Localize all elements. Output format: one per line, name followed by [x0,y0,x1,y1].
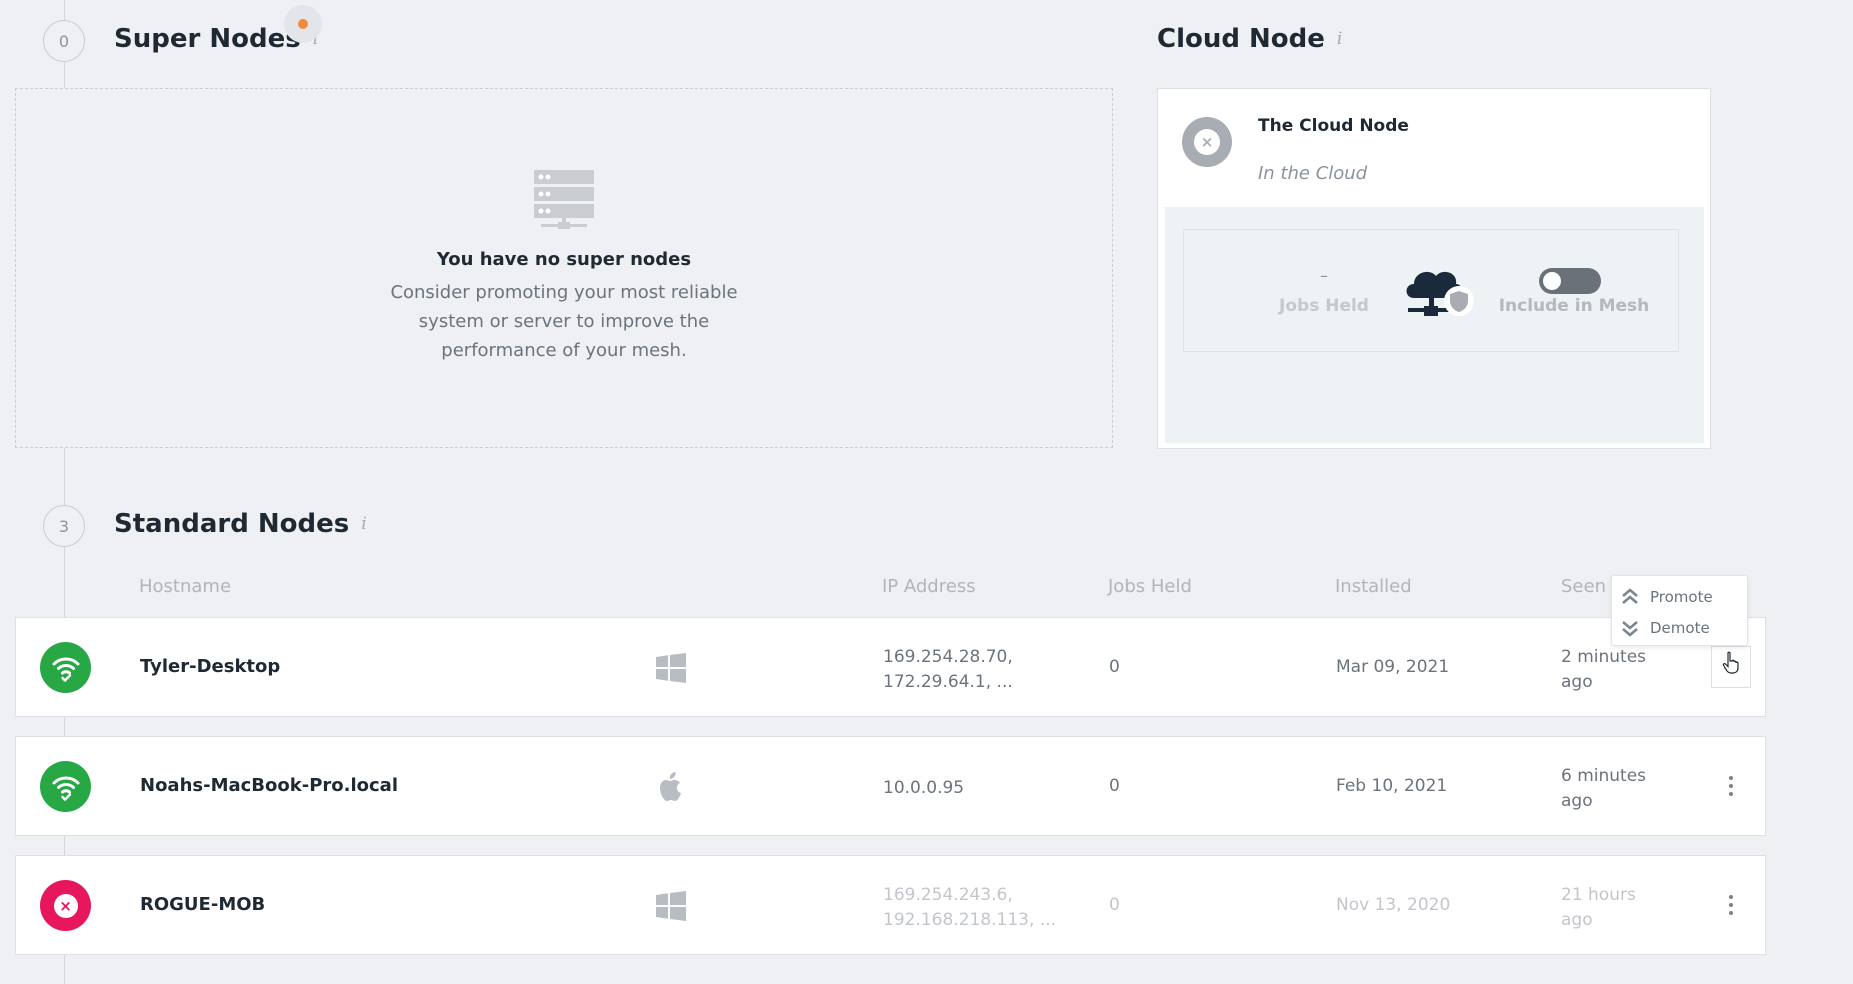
demote-icon [1622,621,1638,637]
ip-address-line: 169.254.28.70, [883,647,1013,667]
empty-state-title: You have no super nodes [436,249,692,270]
notification-indicator[interactable] [284,5,322,43]
ip-address-line: 10.0.0.95 [883,778,965,798]
last-seen: 2 minutes ago [1561,645,1681,695]
table-row[interactable]: Noahs-MacBook-Pro.local 10.0.0.95 0 Feb … [15,736,1766,836]
wifi-check-icon [52,657,79,682]
jobs-held: 0 [1109,895,1120,915]
installed-date: Nov 13, 2020 [1336,895,1451,915]
cloud-node-subtitle: In the Cloud [1258,163,1368,184]
hostname[interactable]: Tyler-Desktop [140,656,280,677]
apple-icon [660,772,681,801]
online-status-icon [40,761,91,812]
column-header-ip-address[interactable]: IP Address [882,576,976,597]
jobs-held: 0 [1109,657,1120,677]
installed-date: Feb 10, 2021 [1336,776,1448,796]
promote-icon [1622,588,1638,604]
include-in-mesh-toggle[interactable] [1539,268,1601,294]
offline-status-icon: × [40,880,91,931]
cloud-network-icon [1406,271,1474,316]
cloud-node-name: The Cloud Node [1258,116,1409,136]
cloud-jobs-held-label: Jobs Held [1279,296,1369,316]
last-seen-line: 2 minutes [1561,647,1647,667]
table-row[interactable]: × ROGUE-MOB 169.254.243.6, 192.168.218.1… [15,855,1766,955]
more-actions-button[interactable] [1711,765,1751,807]
column-header-hostname[interactable]: Hostname [139,576,231,597]
last-seen: 21 hours ago [1561,883,1681,933]
table-row[interactable]: Tyler-Desktop 169.254.28.70, 172.29.64.1… [15,617,1766,717]
kebab-dot [1729,792,1733,796]
last-seen: 6 minutes ago [1561,764,1681,814]
windows-icon [656,891,686,921]
info-icon[interactable]: i [1337,29,1342,49]
promote-label: Promote [1650,588,1713,606]
standard-nodes-title: Standard Nodes i [114,509,367,539]
windows-icon [656,653,686,683]
super-nodes-count-label: 0 [58,31,70,51]
cloud-node-title-text: Cloud Node [1157,24,1325,54]
cloud-jobs-held-value: – [1320,266,1328,285]
cloud-node-details: – Jobs Held Include in Mesh [1165,207,1704,443]
ip-address-line: 172.29.64.1, ... [883,672,1013,692]
wifi-check-icon [52,776,79,801]
standard-nodes-count-label: 3 [58,516,70,536]
jobs-held: 0 [1109,776,1120,796]
kebab-dot [1729,784,1733,788]
close-icon: × [53,893,78,918]
kebab-dot [1729,903,1733,907]
notification-dot-icon [298,19,308,29]
last-seen-line: 21 hours [1561,885,1636,905]
kebab-dot [1729,776,1733,780]
info-icon[interactable]: i [361,514,366,534]
more-actions-button[interactable] [1711,884,1751,926]
super-nodes-title-text: Super Nodes [114,24,301,54]
last-seen-line: 6 minutes [1561,766,1647,786]
hostname[interactable]: Noahs-MacBook-Pro.local [140,775,398,796]
ip-address: 169.254.28.70, 172.29.64.1, ... [883,645,1013,695]
promote-menu-item[interactable]: Promote [1622,584,1740,610]
online-status-icon [40,642,91,693]
mouse-pointer-icon [1722,651,1739,674]
column-header-jobs-held[interactable]: Jobs Held [1108,576,1192,597]
column-header-installed[interactable]: Installed [1335,576,1412,597]
last-seen-line: ago [1561,791,1593,811]
hostname[interactable]: ROGUE-MOB [140,894,265,915]
cloud-status-icon: × [1182,117,1232,167]
close-icon: × [1194,129,1220,155]
toggle-knob [1543,272,1561,290]
last-seen-line: ago [1561,910,1593,930]
ip-address: 169.254.243.6, 192.168.218.113, ... [883,883,1056,933]
installed-date: Mar 09, 2021 [1336,657,1450,677]
super-nodes-empty-state: You have no super nodes Consider promoti… [15,88,1113,448]
demote-label: Demote [1650,619,1710,637]
column-header-seen[interactable]: Seen [1561,576,1606,597]
cloud-node-card: × The Cloud Node In the Cloud – Jobs Hel… [1157,88,1711,449]
server-icon [534,170,594,229]
cloud-node-title: Cloud Node i [1157,24,1342,54]
last-seen-line: ago [1561,672,1593,692]
demote-menu-item[interactable]: Demote [1622,615,1740,641]
ip-address-line: 169.254.243.6, [883,885,1013,905]
kebab-dot [1729,911,1733,915]
super-nodes-count: 0 [43,20,85,62]
ip-address: 10.0.0.95 [883,776,964,801]
standard-nodes-title-text: Standard Nodes [114,509,350,539]
standard-nodes-count: 3 [43,505,85,547]
node-actions-menu: Promote Demote [1611,575,1748,646]
empty-state-description: Consider promoting your most reliable sy… [390,282,738,361]
ip-address-line: 192.168.218.113, ... [883,910,1057,930]
cloud-node-stats: – Jobs Held Include in Mesh [1183,229,1679,352]
include-in-mesh-label: Include in Mesh [1498,296,1650,316]
kebab-dot [1729,895,1733,899]
